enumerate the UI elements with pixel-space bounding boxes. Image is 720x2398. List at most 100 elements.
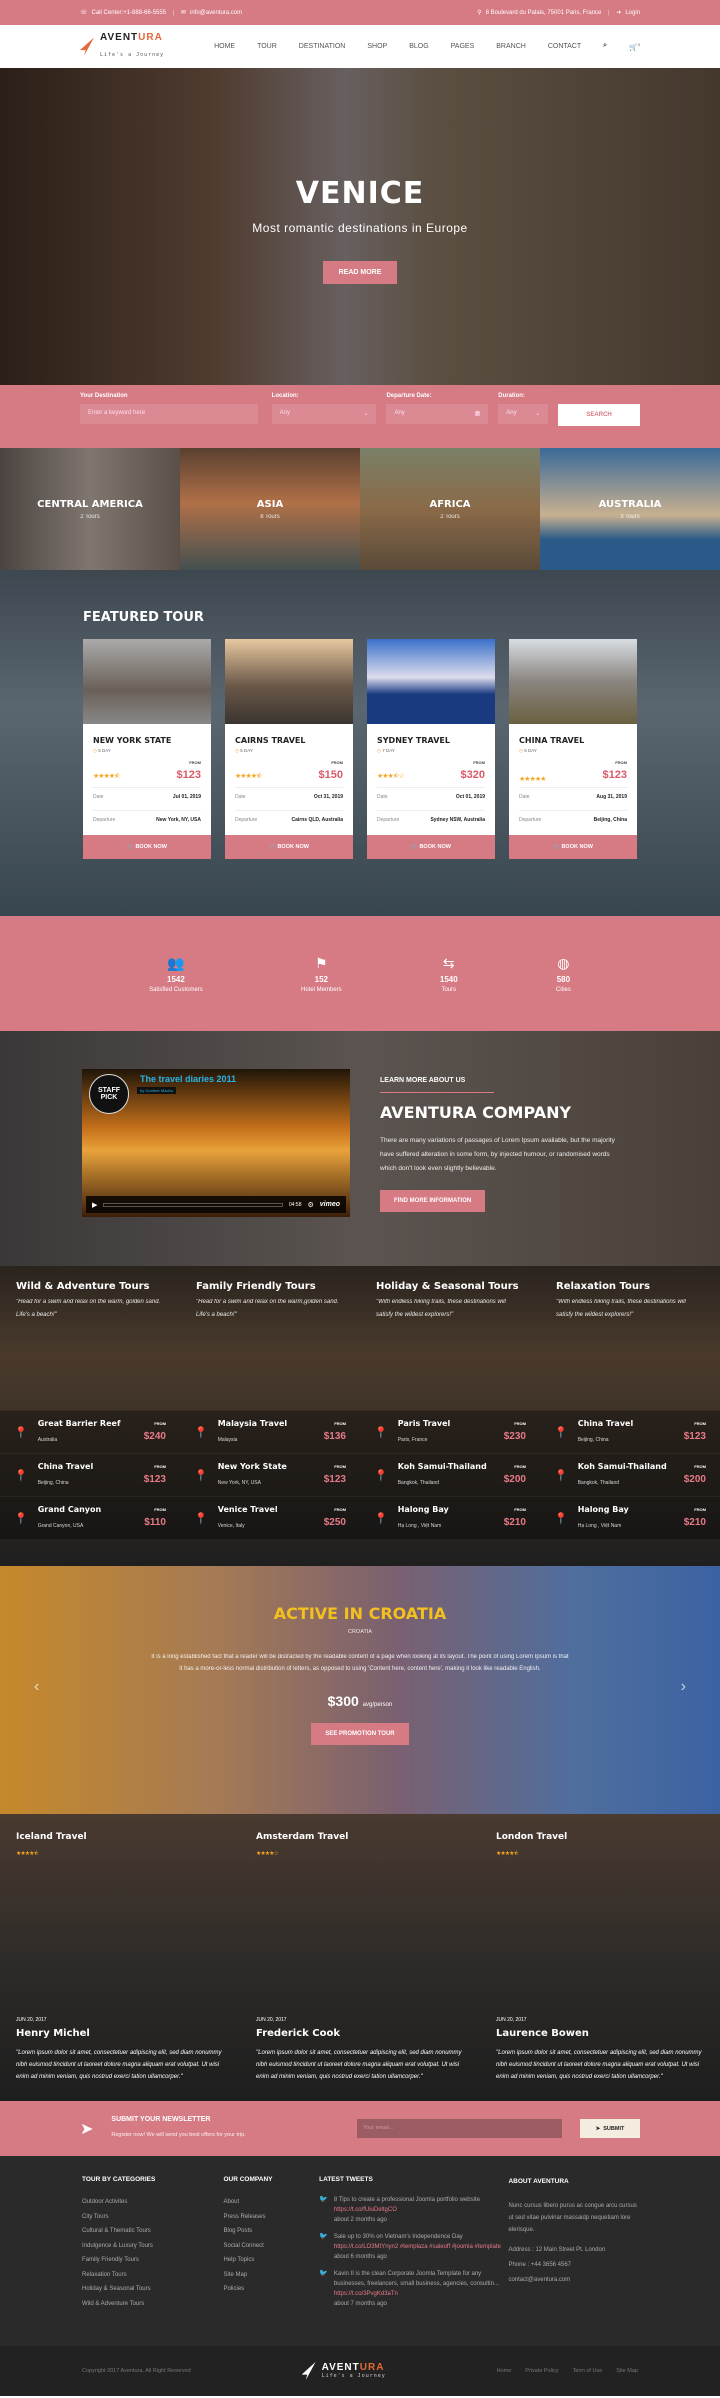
email-text[interactable]: info@aventura.com bbox=[190, 10, 242, 16]
tour-name[interactable]: SYDNEY TRAVEL bbox=[377, 736, 485, 745]
testimonial-tour[interactable]: London Travel bbox=[496, 1832, 704, 1842]
destination-item[interactable]: 📍 Paris Travel Paris, France FROM $230 bbox=[360, 1410, 540, 1453]
next-arrow-icon[interactable]: › bbox=[681, 1678, 686, 1696]
footer-category-link[interactable]: Relaxation Tours bbox=[82, 2268, 223, 2283]
tour-card[interactable]: CHINA TRAVEL ◷ 5 DAY ★★★★★ FROM $123 Date… bbox=[509, 639, 637, 859]
tweet-link[interactable]: https://t.co/fUiuDeltgCO bbox=[334, 2207, 397, 2213]
login-link[interactable]: ➜ Login bbox=[616, 9, 640, 17]
tour-image[interactable] bbox=[225, 639, 353, 724]
search-button[interactable]: SEARCH bbox=[558, 404, 640, 426]
region-australia[interactable]: AUSTRALIA 3 Tours bbox=[540, 448, 720, 570]
nav-destination[interactable]: DESTINATION bbox=[299, 43, 346, 50]
nav-shop[interactable]: SHOP bbox=[367, 43, 387, 50]
footer-company-link[interactable]: Social Connect bbox=[223, 2239, 319, 2254]
login-text[interactable]: Login bbox=[625, 10, 640, 16]
tour-image[interactable] bbox=[509, 639, 637, 724]
region-central-america[interactable]: CENTRAL AMERICA 2 Tours bbox=[0, 448, 180, 570]
submit-button[interactable]: ➤ SUBMIT bbox=[580, 2119, 640, 2138]
book-now-button[interactable]: 🛒 BOOK NOW bbox=[225, 835, 353, 859]
vimeo-logo[interactable]: vimeo bbox=[320, 1201, 340, 1208]
nav-home[interactable]: HOME bbox=[214, 43, 235, 50]
footer-company-link[interactable]: About bbox=[223, 2195, 319, 2210]
destination-name[interactable]: Halong Bay bbox=[578, 1505, 674, 1514]
tweet-link[interactable]: https://t.co/3PvgKd3aTn bbox=[334, 2291, 398, 2297]
destination-input[interactable]: Enter a keyword here bbox=[80, 404, 258, 424]
footer-category-link[interactable]: Outdoor Activites bbox=[82, 2195, 223, 2210]
book-now-button[interactable]: 🛒 BOOK NOW bbox=[509, 835, 637, 859]
nav-blog[interactable]: BLOG bbox=[409, 43, 428, 50]
footer-company-link[interactable]: Site Map bbox=[223, 2268, 319, 2283]
book-now-button[interactable]: 🛒 BOOK NOW bbox=[367, 835, 495, 859]
video-progress-bar[interactable] bbox=[103, 1202, 283, 1207]
footer-category-link[interactable]: Indulgence & Luxury Tours bbox=[82, 2239, 223, 2254]
nav-contact[interactable]: CONTACT bbox=[548, 43, 581, 50]
duration-select[interactable]: Any ⌄ bbox=[498, 404, 549, 424]
email-item[interactable]: ✉ info@aventura.com bbox=[181, 9, 242, 17]
footer-category-link[interactable]: Wild & Adventure Tours bbox=[82, 2297, 223, 2312]
category-title[interactable]: Family Friendly Tours bbox=[196, 1281, 344, 1292]
footer-category-link[interactable]: Cultural & Thematic Tours bbox=[82, 2224, 223, 2239]
tour-name[interactable]: CHINA TRAVEL bbox=[519, 736, 627, 745]
destination-name[interactable]: Paris Travel bbox=[398, 1419, 494, 1428]
destination-name[interactable]: China Travel bbox=[38, 1462, 134, 1471]
footer-category-link[interactable]: Family Friendly Tours bbox=[82, 2253, 223, 2268]
book-now-button[interactable]: 🛒 BOOK NOW bbox=[83, 835, 211, 859]
destination-name[interactable]: Koh Samui-Thailand bbox=[578, 1462, 674, 1471]
tour-name[interactable]: NEW YORK STATE bbox=[93, 736, 201, 745]
destination-item[interactable]: 📍 Great Barrier Reef Australia FROM $240 bbox=[0, 1410, 180, 1453]
read-more-button[interactable]: READ MORE bbox=[322, 261, 398, 284]
play-icon[interactable]: ▶ bbox=[92, 1201, 97, 1209]
logo[interactable]: AVENTURA Life's a Journey bbox=[80, 32, 164, 61]
tour-card[interactable]: NEW YORK STATE ◷ 5 DAY ★★★★⯪ FROM $123 Da… bbox=[83, 639, 211, 859]
destination-name[interactable]: Grand Canyon bbox=[38, 1505, 135, 1514]
destination-name[interactable]: Halong Bay bbox=[398, 1505, 494, 1514]
destination-item[interactable]: 📍 Koh Samui-Thailand Bangkok, Thailand FROM… bbox=[540, 1453, 720, 1496]
destination-item[interactable]: 📍 New York State New York, NY, USA FROM $123 bbox=[180, 1453, 360, 1496]
footer-bottom-link[interactable]: Site Map bbox=[616, 2368, 638, 2374]
cart-icon[interactable]: 🛒0 bbox=[629, 42, 640, 51]
destination-name[interactable]: Venice Travel bbox=[218, 1505, 314, 1514]
find-more-button[interactable]: FIND MORE INFORMATION bbox=[380, 1190, 486, 1212]
prev-arrow-icon[interactable]: ‹ bbox=[34, 1678, 39, 1696]
video-byline[interactable]: by Gunther Machu bbox=[137, 1087, 176, 1094]
footer-bottom-link[interactable]: Term of Use bbox=[573, 2368, 603, 2374]
footer-logo[interactable]: AVENTURA Life's a Journey bbox=[301, 2362, 386, 2380]
video-player[interactable]: STAFF PICK The travel diaries 2011 by Gu… bbox=[82, 1069, 350, 1217]
tour-card[interactable]: CAIRNS TRAVEL ◷ 5 DAY ★★★★⯪ FROM $150 Dat… bbox=[225, 639, 353, 859]
location-select[interactable]: Any ⌄ bbox=[271, 404, 377, 424]
destination-item[interactable]: 📍 Grand Canyon Grand Canyon, USA FROM $110 bbox=[0, 1496, 180, 1539]
destination-item[interactable]: 📍 Koh Samui-Thailand Bangkok, Thailand FROM… bbox=[360, 1453, 540, 1496]
footer-company-link[interactable]: Help Topics bbox=[223, 2253, 319, 2268]
footer-category-link[interactable]: Holiday & Seasonal Tours bbox=[82, 2282, 223, 2297]
footer-company-link[interactable]: Press Releases bbox=[223, 2210, 319, 2225]
departure-date-input[interactable]: Any ▦ bbox=[386, 404, 489, 424]
footer-email[interactable]: contact@aventura.com bbox=[508, 2274, 638, 2286]
tour-card[interactable]: SYDNEY TRAVEL ◷ 7 DAY ★★★⯪☆ FROM $320 Dat… bbox=[367, 639, 495, 859]
destination-item[interactable]: 📍 Venice Travel Venice, Italy FROM $250 bbox=[180, 1496, 360, 1539]
destination-name[interactable]: Great Barrier Reef bbox=[38, 1419, 134, 1428]
settings-icon[interactable]: ⚙ bbox=[307, 1201, 313, 1209]
footer-company-link[interactable]: Policies bbox=[223, 2282, 319, 2297]
nav-branch[interactable]: BRANCH bbox=[496, 43, 526, 50]
see-promotion-button[interactable]: SEE PROMOTION TOUR bbox=[311, 1723, 409, 1745]
testimonial-tour[interactable]: Iceland Travel bbox=[16, 1832, 224, 1842]
footer-company-link[interactable]: Blog Posts bbox=[223, 2224, 319, 2239]
footer-bottom-link[interactable]: Private Policy bbox=[525, 2368, 558, 2374]
tour-name[interactable]: CAIRNS TRAVEL bbox=[235, 736, 343, 745]
newsletter-email-input[interactable]: Your email... bbox=[357, 2119, 562, 2138]
destination-item[interactable]: 📍 Halong Bay Hạ Long , Việt Nam FROM $210 bbox=[360, 1496, 540, 1539]
destination-item[interactable]: 📍 Halong Bay Hạ Long , Việt Nam FROM $210 bbox=[540, 1496, 720, 1539]
destination-name[interactable]: Malaysia Travel bbox=[218, 1419, 314, 1428]
destination-item[interactable]: 📍 China Travel Beijing, China FROM $123 bbox=[540, 1410, 720, 1453]
tour-image[interactable] bbox=[83, 639, 211, 724]
region-asia[interactable]: ASIA 8 Tours bbox=[180, 448, 360, 570]
category-title[interactable]: Holiday & Seasonal Tours bbox=[376, 1281, 524, 1292]
destination-name[interactable]: Koh Samui-Thailand bbox=[398, 1462, 494, 1471]
footer-bottom-link[interactable]: Home bbox=[497, 2368, 512, 2374]
destination-name[interactable]: New York State bbox=[218, 1462, 314, 1471]
video-title[interactable]: The travel diaries 2011 bbox=[140, 1074, 236, 1084]
category-title[interactable]: Relaxation Tours bbox=[556, 1281, 704, 1292]
footer-category-link[interactable]: City Tours bbox=[82, 2210, 223, 2225]
testimonial-tour[interactable]: Amsterdam Travel bbox=[256, 1832, 464, 1842]
destination-item[interactable]: 📍 China Travel Beijing, China FROM $123 bbox=[0, 1453, 180, 1496]
